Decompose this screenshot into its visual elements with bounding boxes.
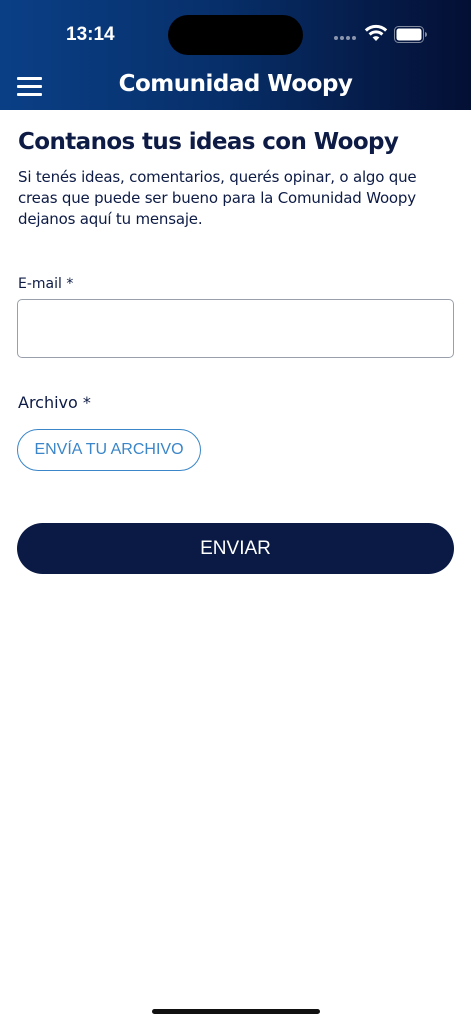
battery-icon — [394, 26, 427, 43]
wifi-icon — [364, 24, 388, 41]
intro-section: Contanos tus ideas con Woopy Si tenés id… — [18, 126, 454, 230]
email-label: E-mail * — [18, 276, 74, 292]
submit-button[interactable]: ENVIAR — [17, 523, 454, 574]
intro-text: Si tenés ideas, comentarios, querés opin… — [18, 168, 417, 228]
cellular-signal-icon — [334, 36, 356, 40]
page-title: Comunidad Woopy — [118, 71, 353, 97]
email-input[interactable] — [17, 299, 454, 358]
app-header: 13:14 Comunidad Woopy — [0, 0, 471, 110]
home-indicator[interactable] — [152, 1009, 320, 1014]
dynamic-island — [168, 15, 303, 55]
status-time: 13:14 — [66, 24, 115, 45]
file-label: Archivo * — [18, 393, 91, 412]
section-heading: Contanos tus ideas con Woopy — [18, 129, 399, 155]
upload-file-button[interactable]: ENVÍA TU ARCHIVO — [17, 429, 201, 471]
